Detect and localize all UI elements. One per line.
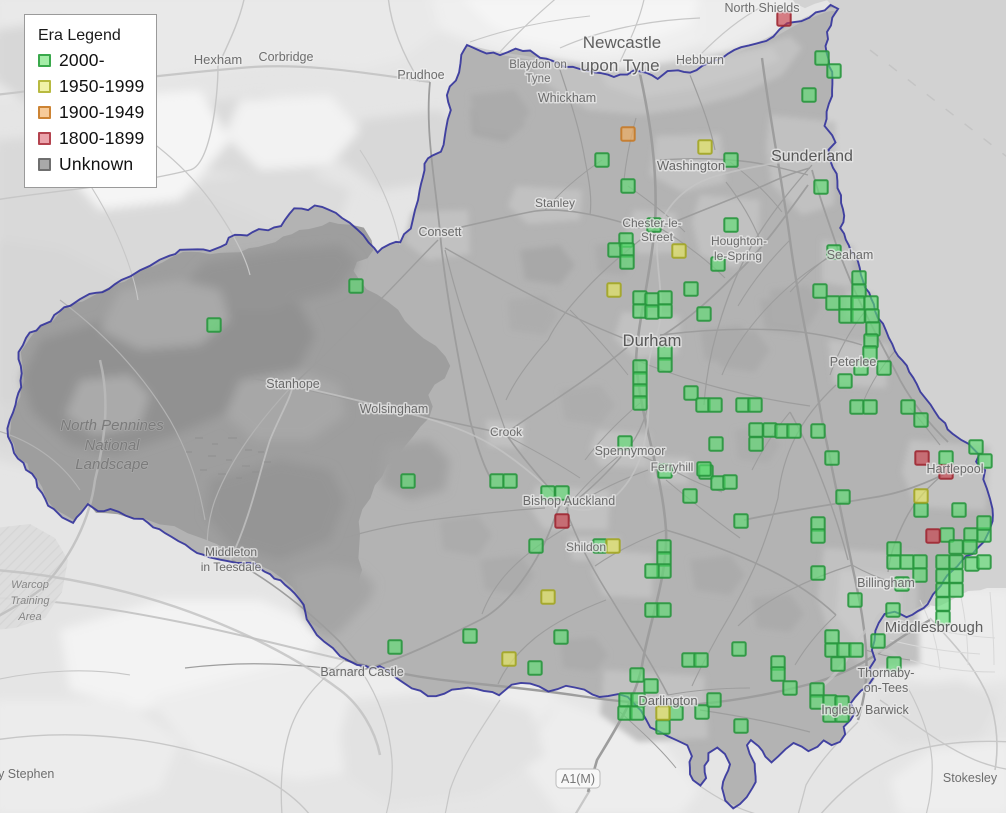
svg-text:Prudhoe: Prudhoe xyxy=(397,68,444,82)
svg-text:Middleton: Middleton xyxy=(205,545,257,559)
svg-text:Kirkby Stephen: Kirkby Stephen xyxy=(0,767,54,781)
svg-text:in Teesdale: in Teesdale xyxy=(201,560,262,574)
svg-text:upon Tyne: upon Tyne xyxy=(580,56,659,75)
svg-text:Billingham: Billingham xyxy=(857,576,915,590)
svg-text:Stokesley: Stokesley xyxy=(943,771,998,785)
svg-text:Wolsingham: Wolsingham xyxy=(360,402,429,416)
svg-text:Whickham: Whickham xyxy=(538,91,596,105)
svg-text:Chester-le-: Chester-le- xyxy=(622,216,681,230)
svg-text:on-Tees: on-Tees xyxy=(864,681,908,695)
svg-text:Shildon: Shildon xyxy=(566,540,606,554)
svg-text:Peterlee: Peterlee xyxy=(830,355,877,369)
svg-text:Ingleby Barwick: Ingleby Barwick xyxy=(821,703,909,717)
svg-text:Spennymoor: Spennymoor xyxy=(595,444,666,458)
svg-text:Middlesbrough: Middlesbrough xyxy=(885,619,983,636)
svg-text:Street: Street xyxy=(641,230,674,244)
svg-text:Hexham: Hexham xyxy=(194,52,242,67)
svg-text:Houghton-: Houghton- xyxy=(711,234,767,248)
svg-text:le-Spring: le-Spring xyxy=(714,249,762,263)
svg-text:Training: Training xyxy=(11,595,51,607)
svg-text:North Shields: North Shields xyxy=(724,1,799,15)
svg-text:Washington: Washington xyxy=(657,158,725,173)
svg-text:Hartlepool: Hartlepool xyxy=(927,462,984,476)
svg-text:Tyne: Tyne xyxy=(526,73,551,85)
svg-text:Darlington: Darlington xyxy=(638,693,697,708)
svg-text:Warcop: Warcop xyxy=(11,579,49,591)
svg-text:Ferryhill: Ferryhill xyxy=(651,460,694,474)
svg-text:Stanley: Stanley xyxy=(535,196,575,210)
svg-text:Thornaby-: Thornaby- xyxy=(858,666,915,680)
svg-text:National: National xyxy=(84,437,140,454)
svg-text:Hebburn: Hebburn xyxy=(676,53,724,67)
svg-text:A1(M): A1(M) xyxy=(561,772,595,786)
svg-text:Durham: Durham xyxy=(623,332,682,350)
svg-text:North Pennines: North Pennines xyxy=(60,417,164,434)
svg-text:Landscape: Landscape xyxy=(75,456,148,473)
svg-text:Blaydon on: Blaydon on xyxy=(509,59,567,71)
svg-text:Stanhope: Stanhope xyxy=(266,377,320,391)
svg-text:Crook: Crook xyxy=(490,425,523,439)
svg-text:Area: Area xyxy=(17,611,41,623)
svg-text:Corbridge: Corbridge xyxy=(259,50,314,64)
svg-text:Sunderland: Sunderland xyxy=(771,148,853,165)
svg-text:Bishop Auckland: Bishop Auckland xyxy=(523,494,615,508)
svg-text:Seaham: Seaham xyxy=(827,248,874,262)
svg-text:Newcastle: Newcastle xyxy=(583,33,661,52)
svg-text:Consett: Consett xyxy=(418,225,462,239)
svg-text:Barnard Castle: Barnard Castle xyxy=(320,665,403,679)
